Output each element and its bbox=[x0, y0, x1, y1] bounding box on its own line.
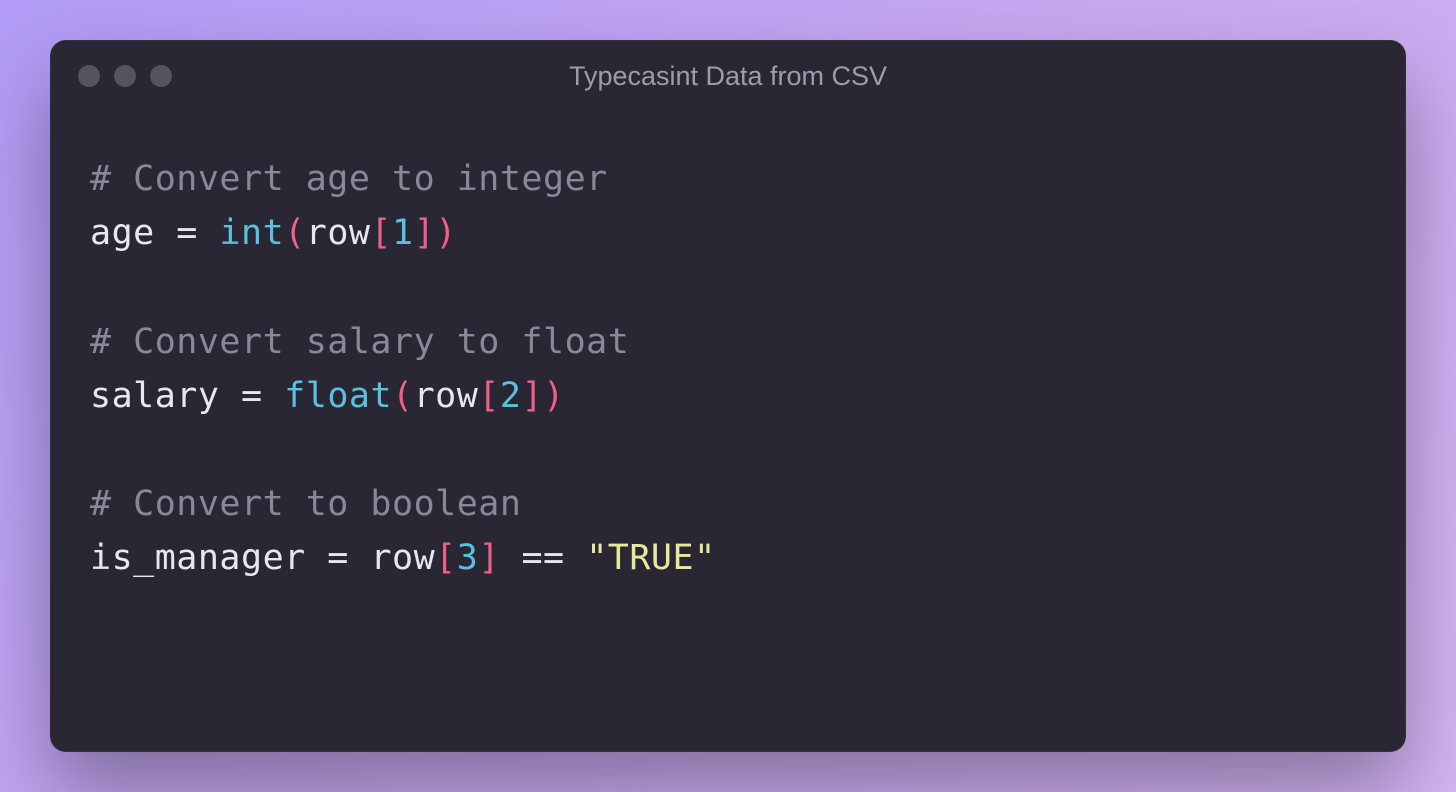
code-area: # Convert age to integer age = int(row[1… bbox=[50, 112, 1406, 752]
blank-line bbox=[90, 423, 1366, 477]
blank-line bbox=[90, 261, 1366, 315]
string: "TRUE" bbox=[586, 538, 715, 578]
paren: ) bbox=[435, 213, 457, 253]
number: 2 bbox=[500, 376, 522, 416]
bracket: [ bbox=[435, 538, 457, 578]
code-line: # Convert age to integer bbox=[90, 152, 1366, 206]
code-line: # Convert to boolean bbox=[90, 477, 1366, 531]
window-title: Typecasint Data from CSV bbox=[50, 61, 1406, 92]
function: float bbox=[284, 376, 392, 416]
operator: = bbox=[241, 376, 263, 416]
operator: = bbox=[327, 538, 349, 578]
number: 3 bbox=[457, 538, 479, 578]
identifier: row bbox=[414, 376, 479, 416]
bracket: ] bbox=[521, 376, 543, 416]
code-line: salary = float(row[2]) bbox=[90, 369, 1366, 423]
identifier: row bbox=[370, 538, 435, 578]
comment: # Convert salary to float bbox=[90, 322, 629, 362]
close-icon[interactable] bbox=[78, 65, 100, 87]
code-line: age = int(row[1]) bbox=[90, 206, 1366, 260]
paren: ) bbox=[543, 376, 565, 416]
titlebar: Typecasint Data from CSV bbox=[50, 40, 1406, 112]
identifier: salary bbox=[90, 376, 219, 416]
bracket: ] bbox=[414, 213, 436, 253]
identifier: row bbox=[306, 213, 371, 253]
operator: == bbox=[521, 538, 564, 578]
number: 1 bbox=[392, 213, 414, 253]
maximize-icon[interactable] bbox=[150, 65, 172, 87]
identifier: age bbox=[90, 213, 155, 253]
traffic-lights bbox=[78, 65, 172, 87]
operator: = bbox=[176, 213, 198, 253]
code-line: # Convert salary to float bbox=[90, 315, 1366, 369]
comment: # Convert age to integer bbox=[90, 159, 608, 199]
bracket: [ bbox=[478, 376, 500, 416]
comment: # Convert to boolean bbox=[90, 484, 521, 524]
identifier: is_manager bbox=[90, 538, 306, 578]
code-line: is_manager = row[3] == "TRUE" bbox=[90, 531, 1366, 585]
paren: ( bbox=[284, 213, 306, 253]
minimize-icon[interactable] bbox=[114, 65, 136, 87]
bracket: [ bbox=[370, 213, 392, 253]
bracket: ] bbox=[478, 538, 500, 578]
code-window: Typecasint Data from CSV # Convert age t… bbox=[50, 40, 1406, 752]
function: int bbox=[219, 213, 284, 253]
paren: ( bbox=[392, 376, 414, 416]
